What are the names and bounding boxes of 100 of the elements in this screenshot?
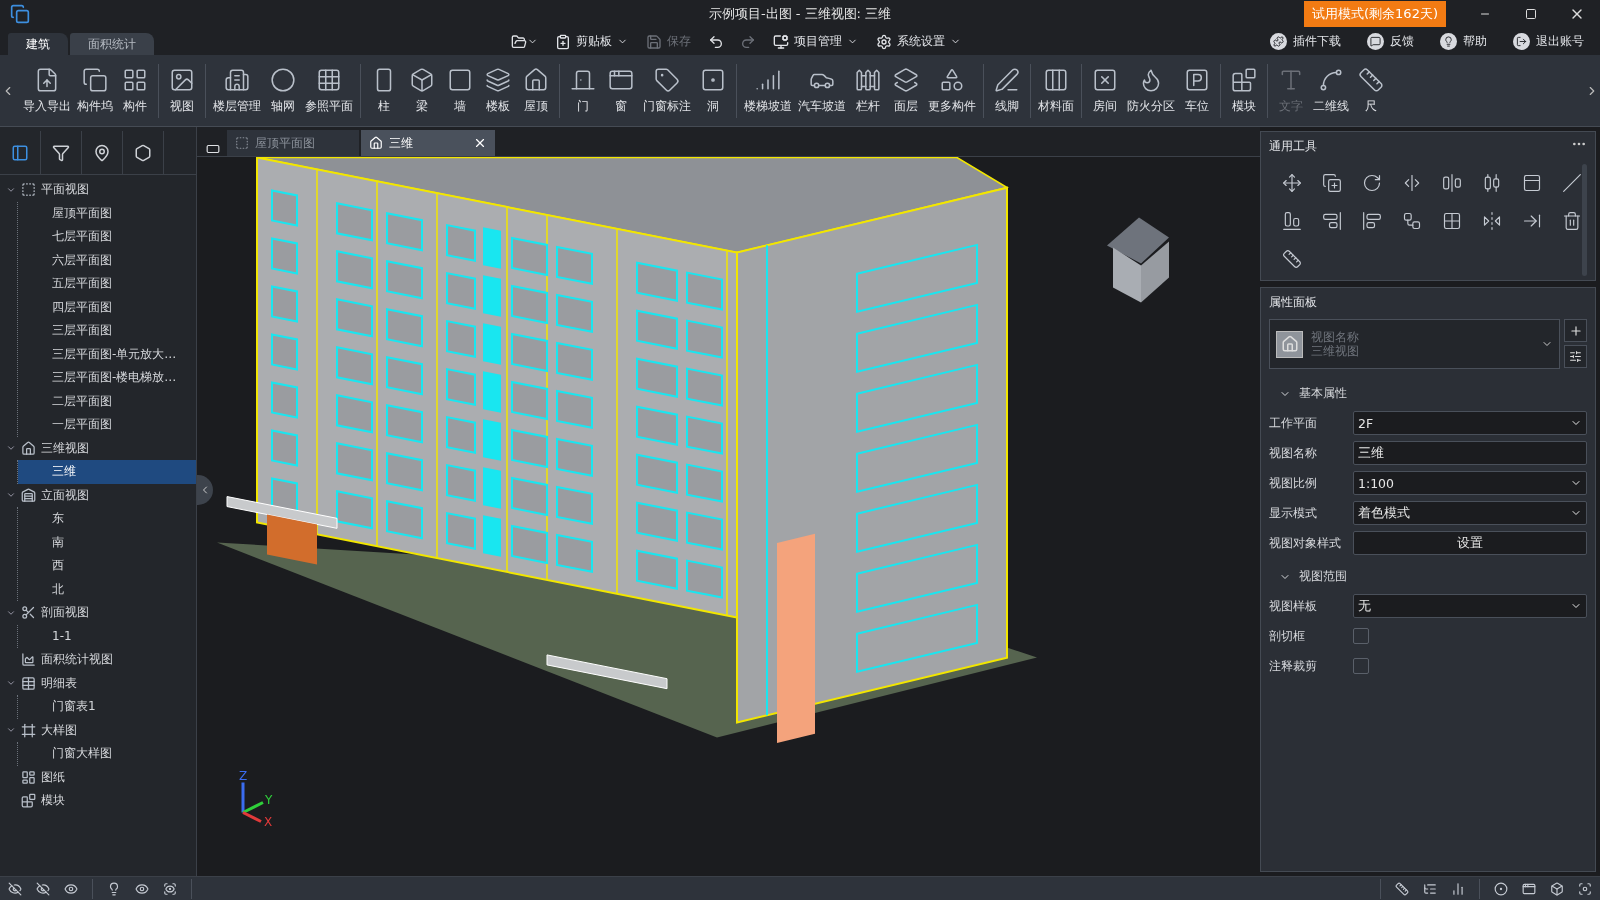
tree-item[interactable]: 七层平面图 (18, 225, 196, 249)
toolbar-button[interactable]: 柱 (365, 64, 403, 117)
eye-off-icon[interactable] (36, 881, 50, 896)
window-icon[interactable] (1522, 881, 1536, 896)
toolbar-button[interactable]: 轴网 (264, 64, 302, 117)
tree-item[interactable]: 1-1 (18, 624, 196, 648)
tree-item[interactable]: 一层平面图 (18, 413, 196, 437)
toolbar-button[interactable]: 房间 (1086, 64, 1124, 117)
toolbar-button[interactable]: 防火分区 (1124, 64, 1178, 117)
toolbar-button[interactable]: 墙 (441, 64, 479, 117)
tree-item[interactable]: 西 (18, 554, 196, 578)
toolbar-button[interactable]: 尺 (1352, 64, 1390, 117)
toolbar-button[interactable]: 构件坞 (74, 64, 116, 117)
toolbar-button[interactable]: 栏杆 (849, 64, 887, 117)
tree-item[interactable]: 屋顶平面图 (18, 201, 196, 225)
focus-icon[interactable] (1578, 881, 1592, 896)
add-button[interactable] (1564, 319, 1587, 342)
eye-off-icon[interactable] (8, 881, 22, 896)
toolbar-button[interactable]: 车位 (1178, 64, 1216, 117)
tree-item[interactable]: 剖面视图 (0, 601, 196, 625)
section-header[interactable]: 视图范围 (1269, 558, 1357, 591)
view-tab[interactable]: 屋顶平面图 (227, 130, 359, 156)
toolbar-button[interactable]: 楼板 (479, 64, 517, 117)
toolbar-button[interactable]: 更多构件 (925, 64, 979, 117)
toolbar-button[interactable]: 参照平面 (302, 64, 356, 117)
tree-item[interactable]: 五层平面图 (18, 272, 196, 296)
tree-item[interactable]: 南 (18, 530, 196, 554)
toolbar-button[interactable]: 屋顶 (517, 64, 555, 117)
menu-item[interactable]: 系统设置 (870, 33, 967, 50)
filter-icon (52, 143, 70, 162)
folder-icon (511, 33, 527, 50)
tree-item[interactable]: 平面视图 (0, 178, 196, 202)
tree-item[interactable]: 门窗表1 (18, 695, 196, 719)
menu-item[interactable]: 项目管理 (767, 33, 864, 50)
tree-item[interactable]: 北 (18, 577, 196, 601)
tree-item[interactable]: 三维 (18, 460, 196, 484)
tree-item[interactable]: 三层平面图 (18, 319, 196, 343)
property-label: 视图比例 (1269, 474, 1318, 492)
toolbar-button[interactable]: 导入导出 (20, 64, 74, 117)
tree-item[interactable]: 三层平面图-楼电梯放… (18, 366, 196, 390)
select-field[interactable]: 2F (1353, 411, 1587, 435)
account-menu-item[interactable]: 退出账号 (1507, 32, 1590, 51)
toolbar-button[interactable]: 梁 (403, 64, 441, 117)
input-field[interactable]: 三维 (1353, 441, 1587, 465)
account-menu-item[interactable]: 插件下载 (1264, 32, 1347, 51)
select-field[interactable]: 着色模式 (1353, 501, 1587, 525)
cube-icon[interactable] (1550, 881, 1564, 896)
settings-button[interactable] (1564, 345, 1587, 368)
toolbar-button[interactable]: 面层 (887, 64, 925, 117)
tree-item[interactable]: 门窗大样图 (18, 742, 196, 766)
bars-icon[interactable] (1451, 881, 1465, 896)
select-field[interactable]: 无 (1353, 594, 1587, 618)
account-menu-item[interactable]: 帮助 (1434, 32, 1493, 51)
toolbar-button[interactable]: 二维线 (1310, 64, 1352, 117)
tree-item[interactable]: 模块 (0, 789, 196, 813)
stacked-squares-icon (82, 66, 108, 93)
tree-item[interactable]: 面积统计视图 (0, 648, 196, 672)
ruler-icon[interactable] (1395, 881, 1409, 896)
checkbox[interactable] (1353, 658, 1369, 674)
view-tab[interactable]: 三维 (361, 130, 495, 156)
tree-item[interactable]: 四层平面图 (18, 295, 196, 319)
tree-item[interactable]: 东 (18, 507, 196, 531)
tree-item[interactable]: 大样图 (0, 718, 196, 742)
select-field[interactable]: 1:100 (1353, 471, 1587, 495)
ribbon-tab[interactable]: 建筑 (8, 33, 68, 55)
checkbox[interactable] (1353, 628, 1369, 644)
tree-item[interactable]: 三层平面图-单元放大… (18, 342, 196, 366)
circle-dot-icon[interactable] (1494, 881, 1508, 896)
tree-item[interactable]: 图纸 (0, 765, 196, 789)
scan-eye-icon[interactable] (163, 881, 177, 896)
toolbar-button[interactable]: 窗 (602, 64, 640, 117)
close-icon[interactable] (473, 136, 487, 150)
align-left-icon (1362, 211, 1382, 231)
toolbar-button[interactable]: 构件 (116, 64, 154, 117)
tree-item[interactable]: 六层平面图 (18, 248, 196, 272)
lightbulb-icon[interactable] (107, 881, 121, 896)
toolbar-button[interactable]: 汽车坡道 (795, 64, 849, 117)
eye-icon[interactable] (135, 881, 149, 896)
collapse-handle[interactable] (197, 475, 213, 505)
menu-item[interactable]: 剪贴板 (549, 33, 634, 50)
toolbar-button[interactable]: 视图 (163, 64, 201, 117)
toolbar-button[interactable]: 门窗标注 (640, 64, 694, 117)
settings-button[interactable]: 设置 (1353, 531, 1587, 555)
tree-item[interactable]: 三维视图 (0, 436, 196, 460)
toolbar-button[interactable]: 线脚 (988, 64, 1026, 117)
tree-item[interactable]: 立面视图 (0, 483, 196, 507)
tree-item[interactable]: 二层平面图 (18, 389, 196, 413)
section-header[interactable]: 基本属性 (1269, 375, 1357, 408)
eye-icon[interactable] (64, 881, 78, 896)
toolbar-button[interactable]: 材料面 (1035, 64, 1077, 117)
ribbon-tab[interactable]: 面积统计 (70, 33, 154, 55)
account-menu-item[interactable]: 反馈 (1361, 32, 1420, 51)
toolbar-button[interactable]: 门 (564, 64, 602, 117)
toolbar-button[interactable]: 楼梯坡道 (741, 64, 795, 117)
view-cube-icon[interactable] (1107, 217, 1169, 303)
toolbar-button[interactable]: 洞 (694, 64, 732, 117)
list-icon[interactable] (1423, 881, 1437, 896)
toolbar-button[interactable]: 模块 (1225, 64, 1263, 117)
toolbar-button[interactable]: 楼层管理 (210, 64, 264, 117)
tree-item[interactable]: 明细表 (0, 671, 196, 695)
